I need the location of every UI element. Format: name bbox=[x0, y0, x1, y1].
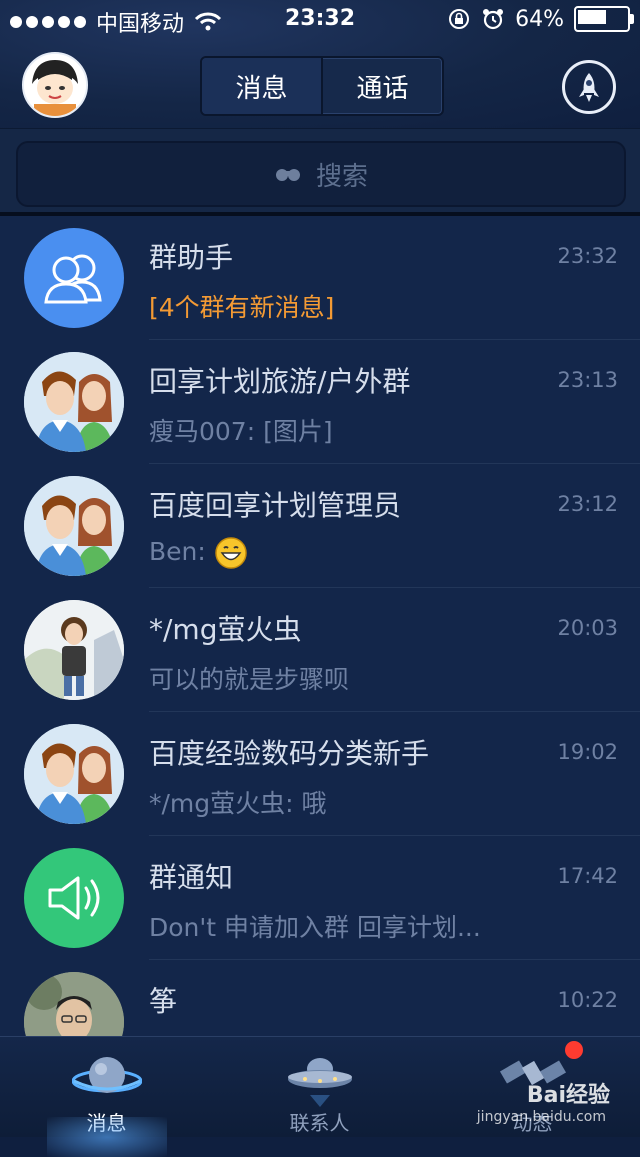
conversation-name: 百度回享计划管理员 bbox=[149, 489, 402, 522]
rocket-icon bbox=[579, 73, 599, 102]
tab-contacts[interactable]: 联系人 bbox=[213, 1037, 426, 1137]
conversation-name: 群助手 bbox=[149, 241, 234, 274]
conversation-time: 23:32 bbox=[557, 244, 618, 268]
conversation-item[interactable]: 回享计划旅游/户外群 瘦马007: [图片] 23:13 bbox=[0, 340, 640, 464]
segmented-control: 消息 通话 bbox=[200, 56, 444, 116]
conversation-preview: Ben: bbox=[149, 536, 248, 570]
conversation-time: 23:13 bbox=[557, 368, 618, 392]
battery-icon bbox=[574, 6, 634, 32]
conversation-preview: 瘦马007: [图片] bbox=[149, 417, 333, 446]
wifi-icon bbox=[194, 12, 222, 31]
conversation-name: */mg萤火虫 bbox=[149, 613, 302, 646]
conversation-time: 20:03 bbox=[557, 616, 618, 640]
conversation-item[interactable]: 百度回享计划管理员 Ben: 23:12 bbox=[0, 464, 640, 588]
my-avatar[interactable] bbox=[22, 52, 88, 118]
conversation-item[interactable]: 百度经验数码分类新手 */mg萤火虫: 哦 19:02 bbox=[0, 712, 640, 836]
conversation-preview: Don't 申请加入群 回享计划... bbox=[149, 913, 481, 942]
preview-text: Ben: bbox=[149, 537, 214, 566]
person-photo bbox=[24, 600, 124, 700]
conversation-item[interactable]: 筝 10:22 bbox=[0, 960, 640, 1036]
couple-avatar bbox=[24, 476, 124, 576]
conversation-item[interactable]: */mg萤火虫 可以的就是步骤呗 20:03 bbox=[0, 588, 640, 712]
conversation-time: 19:02 bbox=[557, 740, 618, 764]
conversation-name: 回享计划旅游/户外群 bbox=[149, 365, 411, 398]
conversation-time: 17:42 bbox=[557, 864, 618, 888]
search-input[interactable]: 搜索 bbox=[16, 141, 626, 207]
conversation-list: 群助手 [4个群有新消息] 23:32 回享计划旅游/户外群 瘦马007: [图… bbox=[0, 216, 640, 1036]
rocket-button[interactable] bbox=[562, 60, 616, 114]
conversation-time: 23:12 bbox=[557, 492, 618, 516]
alarm-icon bbox=[483, 9, 504, 30]
tab-messages-bottom[interactable]: 消息 bbox=[0, 1037, 213, 1137]
ufo-icon bbox=[287, 1058, 352, 1107]
planet-icon bbox=[71, 1057, 142, 1093]
status-left: 中国移动 bbox=[10, 6, 222, 38]
conversation-name: 群通知 bbox=[149, 861, 234, 894]
conversation-preview: 可以的就是步骤呗 bbox=[149, 665, 350, 694]
carrier-name: 中国移动 bbox=[96, 12, 185, 37]
status-bar: 中国移动 23:32 64% bbox=[0, 0, 640, 40]
tab-calls[interactable]: 通话 bbox=[321, 58, 442, 114]
signal-strength-icon bbox=[10, 16, 86, 28]
status-right: 64% bbox=[447, 6, 634, 32]
conversation-item[interactable]: 群通知 Don't 申请加入群 回享计划... 17:42 bbox=[0, 836, 640, 960]
tab-bar: 消息 联系人 动态 Bai经验 jingyan.baidu.com bbox=[0, 1036, 640, 1137]
speaker-icon bbox=[24, 848, 124, 948]
tab-label: 联系人 bbox=[289, 1111, 350, 1135]
rotation-lock-icon bbox=[449, 9, 470, 29]
person-photo bbox=[24, 972, 124, 1036]
header: 中国移动 23:32 64% 消息 通话 bbox=[0, 0, 640, 128]
watermark-url: jingyan.baidu.com bbox=[476, 1109, 606, 1125]
conversation-name: 筝 bbox=[149, 985, 178, 1018]
top-bar: 消息 通话 bbox=[0, 40, 640, 128]
notification-badge bbox=[565, 1041, 583, 1059]
couple-avatar bbox=[24, 724, 124, 824]
status-time: 23:32 bbox=[284, 6, 356, 31]
watermark-text: Bai经验 bbox=[526, 1083, 610, 1108]
binoculars-icon bbox=[275, 169, 300, 181]
conversation-preview: [4个群有新消息] bbox=[149, 293, 335, 322]
conversation-item[interactable]: 群助手 [4个群有新消息] 23:32 bbox=[0, 216, 640, 340]
battery-percent: 64% bbox=[515, 6, 564, 32]
couple-avatar bbox=[24, 352, 124, 452]
conversation-name: 百度经验数码分类新手 bbox=[149, 737, 430, 770]
tab-messages[interactable]: 消息 bbox=[202, 58, 321, 114]
grin-emoji bbox=[215, 537, 247, 569]
conversation-preview: */mg萤火虫: 哦 bbox=[149, 789, 327, 818]
search-placeholder: 搜索 bbox=[315, 161, 368, 192]
conversation-time: 10:22 bbox=[557, 988, 618, 1012]
group-assistant-icon bbox=[24, 228, 124, 328]
tab-label: 消息 bbox=[86, 1111, 127, 1135]
search-area: 搜索 bbox=[0, 128, 640, 217]
